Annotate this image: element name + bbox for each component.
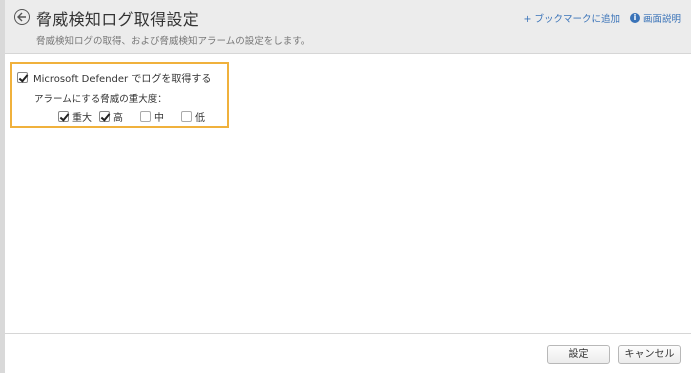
info-icon: i [629,13,640,23]
page-header: 脅威検知ログ取得設定 脅威検知ログの取得、および脅威検知アラームの設定をします。… [5,0,691,54]
severity-critical-checkbox[interactable] [58,111,69,122]
severity-checkbox-group: 重大 高 中 低 [58,109,222,124]
screen-help-link[interactable]: i 画面説明 [629,11,681,25]
defender-checkbox[interactable] [17,72,28,83]
defender-label: Microsoft Defender でログを取得する [33,74,212,85]
threat-log-settings-panel: Microsoft Defender でログを取得する アラームにする脅威の重大… [10,62,229,128]
severity-high-label: 高 [113,113,123,124]
page-title: 脅威検知ログ取得設定 [36,10,200,29]
alarm-severity-label: アラームにする脅威の重大度： [34,94,167,105]
severity-medium-label: 中 [154,113,164,124]
severity-low-label: 低 [195,113,205,124]
footer-divider [5,333,691,334]
header-links: + ブックマークに追加 i 画面説明 [524,11,681,25]
cancel-button[interactable]: キャンセル [618,345,681,364]
screen-help-label: 画面説明 [642,14,681,25]
severity-high-option[interactable]: 高 [99,109,140,124]
severity-low-checkbox[interactable] [181,111,192,122]
severity-critical-label: 重大 [72,113,92,124]
severity-low-option[interactable]: 低 [181,109,222,124]
severity-critical-option[interactable]: 重大 [58,109,99,124]
severity-high-checkbox[interactable] [99,111,110,122]
severity-medium-checkbox[interactable] [140,111,151,122]
page-subtitle: 脅威検知ログの取得、および脅威検知アラームの設定をします。 [36,36,311,47]
add-bookmark-link[interactable]: + ブックマークに追加 [524,11,620,25]
defender-option[interactable]: Microsoft Defender でログを取得する [17,70,211,85]
severity-medium-option[interactable]: 中 [140,109,181,124]
left-edge-bar [0,0,5,373]
save-button[interactable]: 設定 [547,345,610,364]
back-arrow-icon[interactable] [14,9,30,25]
